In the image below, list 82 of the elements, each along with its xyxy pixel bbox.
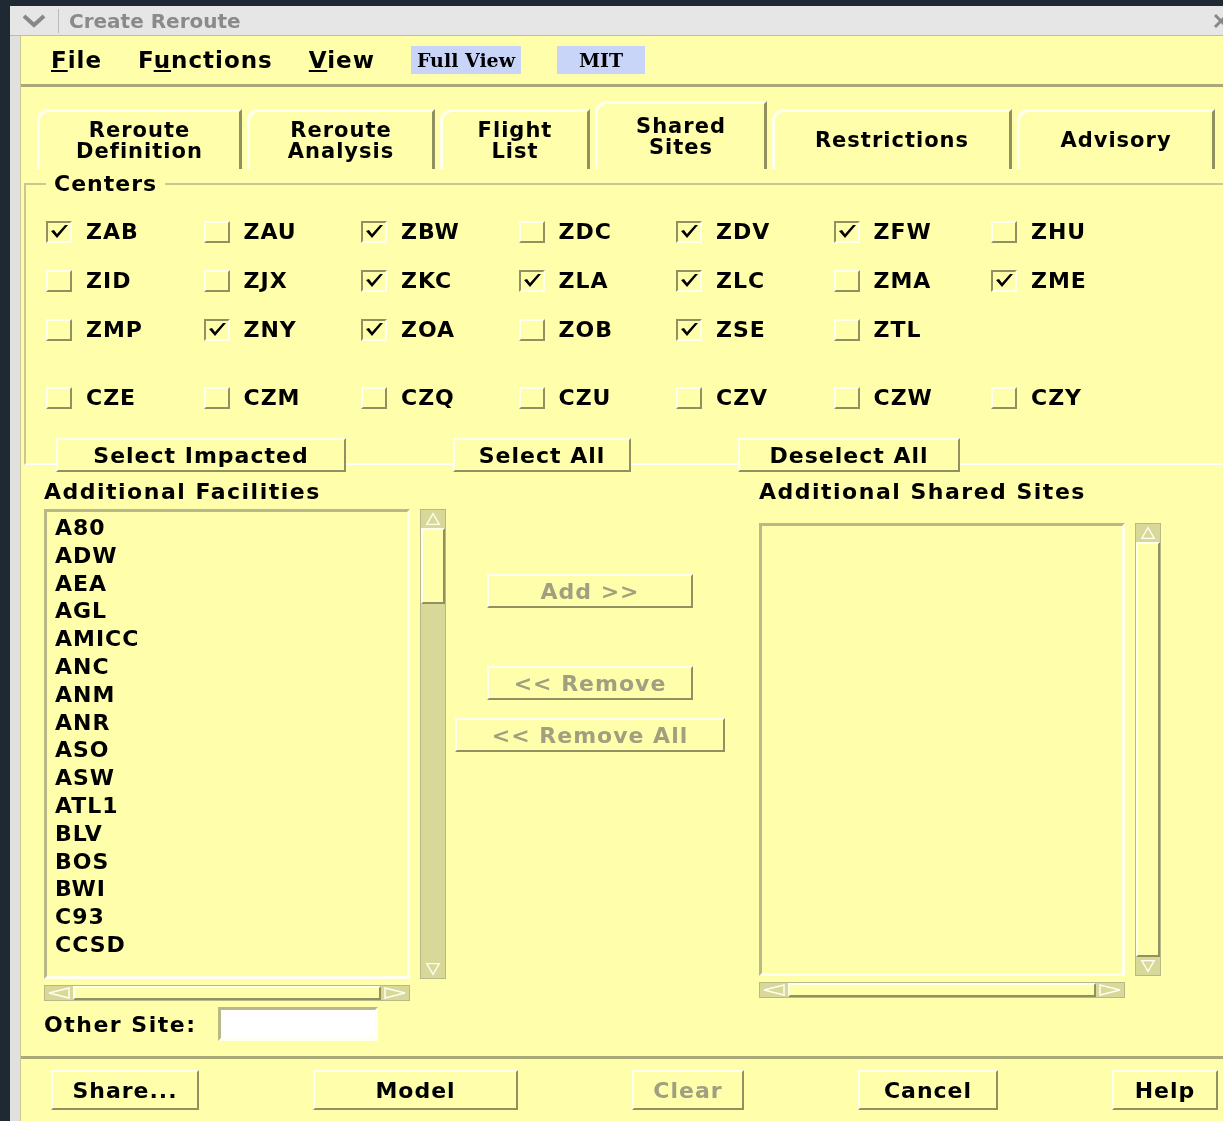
checkbox-label: ZBW [401, 219, 460, 244]
list-item[interactable]: ANR [55, 708, 399, 737]
checkbox[interactable] [46, 220, 72, 243]
menu-item[interactable]: File [51, 47, 103, 73]
checkbox[interactable] [361, 220, 387, 243]
checkbox[interactable] [833, 220, 860, 243]
checkbox-label: CZE [86, 385, 137, 410]
checkbox-label: ZMP [86, 317, 143, 342]
checkbox-label: ZJX [243, 268, 288, 293]
list-item[interactable]: ASO [55, 736, 399, 765]
menu-item[interactable]: Functions [138, 47, 273, 73]
tab[interactable]: Advisory [1017, 109, 1215, 169]
button[interactable]: Select Impacted [56, 438, 346, 472]
checkbox-label: ZNY [243, 317, 297, 342]
checkbox[interactable] [676, 318, 702, 341]
checkbox[interactable] [676, 220, 702, 243]
checkbox-label: ZKC [401, 268, 453, 293]
button[interactable]: Share... [51, 1070, 199, 1110]
view-label[interactable]: Full View [410, 46, 522, 74]
checkbox-label: ZHU [1031, 219, 1087, 244]
button[interactable]: Deselect All [738, 438, 960, 472]
list-item[interactable]: AEA [55, 569, 399, 598]
chevron-icon[interactable] [22, 13, 46, 28]
checkbox-label: ZAB [86, 219, 139, 244]
vertical-scrollbar[interactable] [420, 509, 446, 979]
window-title: Create Reroute [58, 8, 241, 33]
checkbox-label: ZOA [401, 317, 456, 342]
checkbox[interactable] [361, 269, 387, 292]
view-label[interactable]: MIT [557, 46, 646, 74]
list-item[interactable]: ADW [55, 541, 399, 570]
checkbox[interactable] [203, 318, 230, 341]
field-label: Other Site: [44, 1011, 197, 1037]
input-field[interactable] [218, 1007, 379, 1041]
checkbox[interactable] [361, 318, 387, 341]
checkbox-label: ZAU [243, 219, 297, 244]
list-item[interactable]: BLV [55, 819, 399, 848]
checkbox-label: CZM [243, 385, 301, 410]
tab[interactable]: Shared Sites [595, 101, 767, 169]
checkbox-label: ZOB [558, 317, 613, 342]
list-item[interactable]: ANM [55, 680, 399, 709]
list-item[interactable]: A80 [55, 514, 399, 542]
checkbox[interactable] [518, 269, 545, 292]
checkbox-label: ZFW [873, 219, 932, 244]
button[interactable]: Model [313, 1070, 518, 1110]
list-item[interactable]: ATL1 [55, 791, 399, 820]
checkbox-label: ZMA [873, 268, 932, 293]
checkbox-label: ZLA [558, 268, 609, 293]
button[interactable]: Help [1112, 1070, 1218, 1110]
checkbox-label: CZY [1031, 385, 1083, 410]
checkbox-label: CZU [558, 385, 612, 410]
list-item[interactable]: ANC [55, 653, 399, 681]
checkbox-label: ZTL [873, 317, 922, 342]
section-title: Additional Facilities [44, 479, 322, 506]
checkbox-label: CZW [873, 385, 933, 410]
menu-item[interactable]: View [308, 47, 375, 73]
list-item[interactable]: CCSD [55, 930, 399, 959]
list-item[interactable]: BOS [55, 847, 399, 876]
checkbox-label: CZQ [401, 385, 455, 410]
checkbox-label: CZV [716, 385, 769, 410]
button[interactable]: Cancel [858, 1070, 998, 1110]
tab[interactable]: Restrictions [772, 109, 1012, 169]
checkbox-label: ZSE [716, 317, 766, 342]
list-item[interactable]: AMICC [55, 625, 399, 653]
tab[interactable]: Flight List [440, 109, 590, 169]
vertical-scrollbar[interactable] [1135, 523, 1161, 976]
checkbox[interactable] [676, 269, 702, 292]
checkbox-label: ZME [1031, 268, 1087, 293]
list-item[interactable]: C93 [55, 903, 399, 931]
scrollbar-thumb[interactable] [1136, 542, 1160, 957]
facility-list[interactable]: A80 ADW AEA AGL AMICC ANC ANM ANR ASO ASW ATL1 BLV BOS BWI C93 CCSD [44, 509, 410, 979]
checkbox[interactable] [991, 269, 1017, 292]
scrollbar-thumb[interactable] [421, 528, 445, 604]
checkbox-label: ZDV [716, 219, 771, 244]
list-item[interactable]: BWI [55, 875, 399, 904]
checkbox-label: ZDC [558, 219, 612, 244]
list-item[interactable]: AGL [55, 597, 399, 626]
section-title: Additional Shared Sites [759, 479, 1087, 506]
checkbox-label: ZLC [716, 268, 766, 293]
list-item[interactable]: ASW [55, 764, 399, 792]
tab[interactable]: Reroute Analysis [247, 109, 435, 169]
button[interactable]: Select All [453, 438, 631, 472]
checkbox-label: ZID [86, 268, 132, 293]
